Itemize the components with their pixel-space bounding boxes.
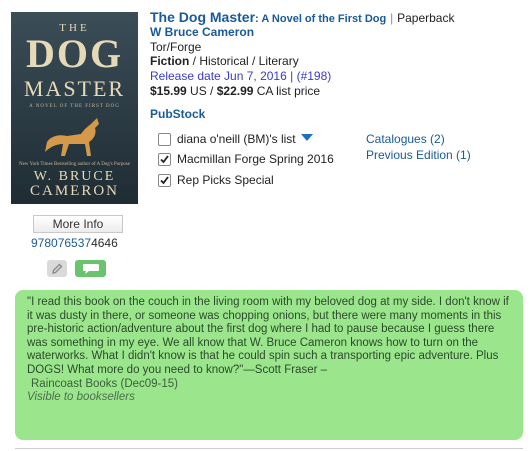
book-cover[interactable]: THE DOG MASTER A NOVEL OF THE FIRST DOG … [11,12,138,204]
price-ca-label: CA list price [253,84,321,98]
comment-button[interactable] [75,260,106,277]
title-line: The Dog Master: A Novel of the First Dog… [150,9,454,25]
review-text: "I read this book on the couch in the li… [27,296,509,376]
release-sep: | ( [286,69,301,83]
cover-subtitle: A NOVEL OF THE FIRST DOG [29,104,120,109]
release-date: Release date Jun 7, 2016 | (#198) [150,69,331,83]
cover-quote: New York Times Bestselling author of A D… [18,162,131,167]
more-info-button[interactable]: More Info [33,215,123,233]
pubstock-link[interactable]: PubStock [150,107,205,121]
price-us: $15.99 [150,84,187,98]
review-source: Raincoast Books (Dec09-15) [31,377,179,390]
title-separator: | [390,11,394,25]
publisher: Tor/Forge [150,40,202,54]
genre: Fiction / Historical / Literary [150,54,299,68]
isbn-link[interactable]: 9780765374646 [31,236,118,250]
review-visibility: Visible to booksellers [27,391,135,404]
list-label: Macmillan Forge Spring 2016 [177,152,334,166]
cover-dog: DOG [25,31,124,76]
book-title[interactable]: The Dog Master [150,9,255,25]
divider [15,448,523,449]
book-subtitle[interactable]: : A Novel of the First Dog [255,13,386,25]
price-us-label: US / [186,84,217,98]
isbn-tail: 4646 [91,236,118,250]
price-ca: $22.99 [216,84,254,98]
checkmark-icon [160,155,169,164]
dog-illustration [45,118,99,156]
caret-down-icon[interactable] [300,134,313,141]
list-label: Rep Picks Special [177,173,274,187]
list-checkbox[interactable] [158,133,171,146]
list-label: diana o'neill (BM)'s list [177,132,296,146]
list-checkbox[interactable] [158,153,171,166]
checkmark-icon [160,176,169,185]
catalogues-link[interactable]: Catalogues (2) [366,132,445,146]
rank-link[interactable]: #198 [301,69,328,83]
cover-master: MASTER [23,76,126,101]
list-checkbox[interactable] [158,174,171,187]
cover-author-first: W. BRUCE [33,169,116,184]
author-link[interactable]: W Bruce Cameron [150,25,254,39]
edit-button[interactable] [47,260,67,277]
genre-main: Fiction [150,54,190,68]
release-close: ) [327,69,332,83]
pencil-icon [52,263,63,274]
review-note: "I read this book on the couch in the li… [15,290,523,440]
genre-rest: / Historical / Literary [189,54,299,68]
release-label: Release date Jun 7, 2016 [150,69,287,83]
comment-icon [82,263,99,274]
cover-author-last: CAMERON [29,183,119,199]
previous-edition-link[interactable]: Previous Edition (1) [366,148,471,162]
book-format: Paperback [397,11,455,25]
price: $15.99 US / $22.99 CA list price [150,84,320,98]
isbn-main: 978076537 [31,236,92,250]
